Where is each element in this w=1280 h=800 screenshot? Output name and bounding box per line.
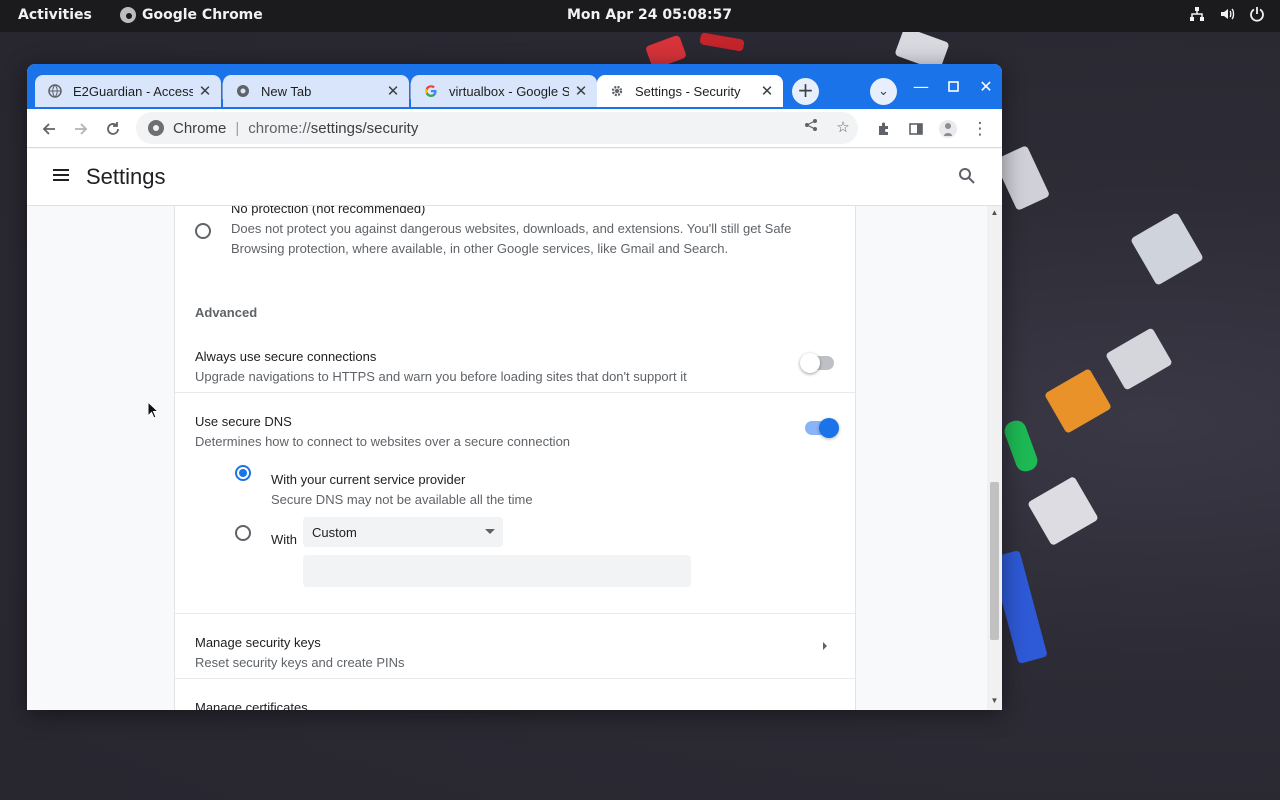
chrome-window: E2Guardian - Access ✕ New Tab ✕ virtualb…: [27, 64, 1002, 710]
browser-toolbar: Chrome | chrome:// settings/security ☆ ⋮: [27, 109, 1002, 148]
tab-title: Settings - Security: [635, 83, 741, 99]
always-secure-description: Upgrade navigations to HTTPS and warn yo…: [195, 369, 687, 384]
url-scheme: chrome://: [248, 119, 311, 137]
always-secure-toggle[interactable]: [800, 353, 834, 373]
app-name-label: Google Chrome: [142, 7, 263, 23]
forward-button[interactable]: [69, 117, 93, 141]
chrome-icon: [148, 120, 164, 136]
power-icon: [1248, 6, 1266, 26]
desktop-artwork-shape: [699, 32, 745, 52]
reload-button[interactable]: [101, 117, 125, 141]
chevron-down-icon: ⌄: [878, 84, 889, 99]
side-panel-icon[interactable]: [904, 117, 928, 141]
tab-new-tab[interactable]: New Tab ✕: [223, 75, 409, 107]
tab-e2guardian[interactable]: E2Guardian - Access ✕: [35, 75, 221, 107]
certificates-label[interactable]: Manage certificates: [195, 700, 308, 710]
scrollbar-thumb[interactable]: [990, 482, 999, 640]
google-icon: [423, 83, 439, 99]
chevron-right-icon[interactable]: [823, 642, 827, 650]
tab-settings-security[interactable]: Settings - Security ✕: [597, 75, 783, 107]
desktop-artwork-shape: [1130, 212, 1204, 286]
security-keys-description: Reset security keys and create PINs: [195, 655, 405, 670]
secure-dns-label: Use secure DNS: [195, 414, 292, 429]
app-menu[interactable]: Google Chrome: [120, 7, 263, 23]
close-window-button[interactable]: ✕: [972, 76, 1000, 98]
chrome-icon: [120, 7, 136, 23]
share-icon[interactable]: [801, 118, 821, 138]
globe-icon: [47, 83, 63, 99]
dns-custom-label: With: [271, 532, 297, 547]
chrome-icon: [235, 83, 251, 99]
clock[interactable]: Mon Apr 24 05:08:57: [567, 7, 732, 23]
desktop-artwork-shape: [1001, 417, 1041, 475]
dns-provider-select[interactable]: Custom: [303, 517, 503, 547]
system-tray[interactable]: [1188, 6, 1266, 26]
dropdown-caret-icon: [485, 529, 495, 534]
no-protection-description-line2: Browsing protection, where available, in…: [231, 241, 729, 256]
desktop-artwork-shape: [1043, 368, 1113, 434]
secure-dns-toggle[interactable]: [805, 418, 839, 438]
profile-avatar[interactable]: [936, 117, 960, 141]
chip-divider: |: [235, 119, 240, 137]
no-protection-radio[interactable]: [195, 223, 211, 239]
secure-dns-description: Determines how to connect to websites ov…: [195, 434, 571, 449]
new-tab-button[interactable]: +: [792, 78, 819, 105]
tab-title: virtualbox - Google S: [449, 83, 569, 99]
divider: [175, 613, 855, 614]
maximize-button[interactable]: [939, 76, 967, 98]
dns-current-provider-label: With your current service provider: [271, 472, 466, 487]
dns-current-provider-radio[interactable]: [235, 465, 251, 481]
tab-strip: E2Guardian - Access ✕ New Tab ✕ virtualb…: [27, 64, 1002, 109]
close-tab-icon[interactable]: ✕: [193, 82, 217, 100]
activities-button[interactable]: Activities: [18, 7, 92, 23]
scroll-down-icon[interactable]: ▼: [990, 696, 999, 705]
desktop-artwork-shape: [1105, 327, 1173, 391]
always-secure-label: Always use secure connections: [195, 349, 377, 364]
page-scrollbar[interactable]: ▲ ▼: [987, 206, 1002, 710]
advanced-heading: Advanced: [195, 305, 258, 320]
volume-icon: [1218, 6, 1236, 26]
close-tab-icon[interactable]: ✕: [755, 82, 779, 100]
tab-virtualbox-search[interactable]: virtualbox - Google S ✕: [411, 75, 597, 107]
scroll-up-icon[interactable]: ▲: [990, 208, 999, 217]
settings-header: Settings: [27, 149, 1002, 205]
close-tab-icon[interactable]: ✕: [381, 82, 405, 100]
mouse-cursor-icon: [147, 401, 159, 419]
page-title: Settings: [86, 164, 166, 189]
no-protection-description-line1: Does not protect you against dangerous w…: [231, 221, 792, 236]
dns-current-provider-description: Secure DNS may not be available all the …: [271, 492, 533, 507]
site-chip[interactable]: Chrome: [173, 120, 226, 137]
search-icon[interactable]: [955, 164, 979, 188]
security-keys-label[interactable]: Manage security keys: [195, 635, 321, 650]
back-button[interactable]: [37, 117, 61, 141]
desktop-artwork-shape: [993, 145, 1051, 211]
dns-custom-input[interactable]: [303, 555, 691, 587]
divider: [175, 678, 855, 679]
address-bar[interactable]: Chrome | chrome:// settings/security ☆: [136, 112, 858, 144]
tab-title: E2Guardian - Access: [73, 83, 193, 99]
bookmark-star-icon[interactable]: ☆: [833, 118, 853, 138]
more-menu-icon[interactable]: ⋮: [968, 117, 992, 141]
system-top-bar: Activities Google Chrome Mon Apr 24 05:0…: [0, 0, 1280, 32]
tab-title: New Tab: [261, 83, 312, 99]
desktop-artwork-shape: [1027, 475, 1099, 547]
settings-content: No protection (not recommended) Does not…: [27, 206, 1002, 710]
minimize-button[interactable]: —: [907, 76, 935, 98]
close-tab-icon[interactable]: ✕: [569, 82, 593, 100]
url-path: settings/security: [310, 119, 419, 137]
divider: [175, 392, 855, 393]
network-icon: [1188, 6, 1206, 26]
dns-provider-value: Custom: [312, 525, 357, 540]
security-settings-card: No protection (not recommended) Does not…: [174, 206, 856, 710]
tab-search-button[interactable]: ⌄: [870, 78, 897, 105]
gear-icon: [609, 83, 625, 99]
menu-icon[interactable]: [51, 166, 71, 186]
extensions-icon[interactable]: [872, 117, 896, 141]
dns-custom-radio[interactable]: [235, 525, 251, 541]
no-protection-label: No protection (not recommended): [231, 206, 426, 216]
